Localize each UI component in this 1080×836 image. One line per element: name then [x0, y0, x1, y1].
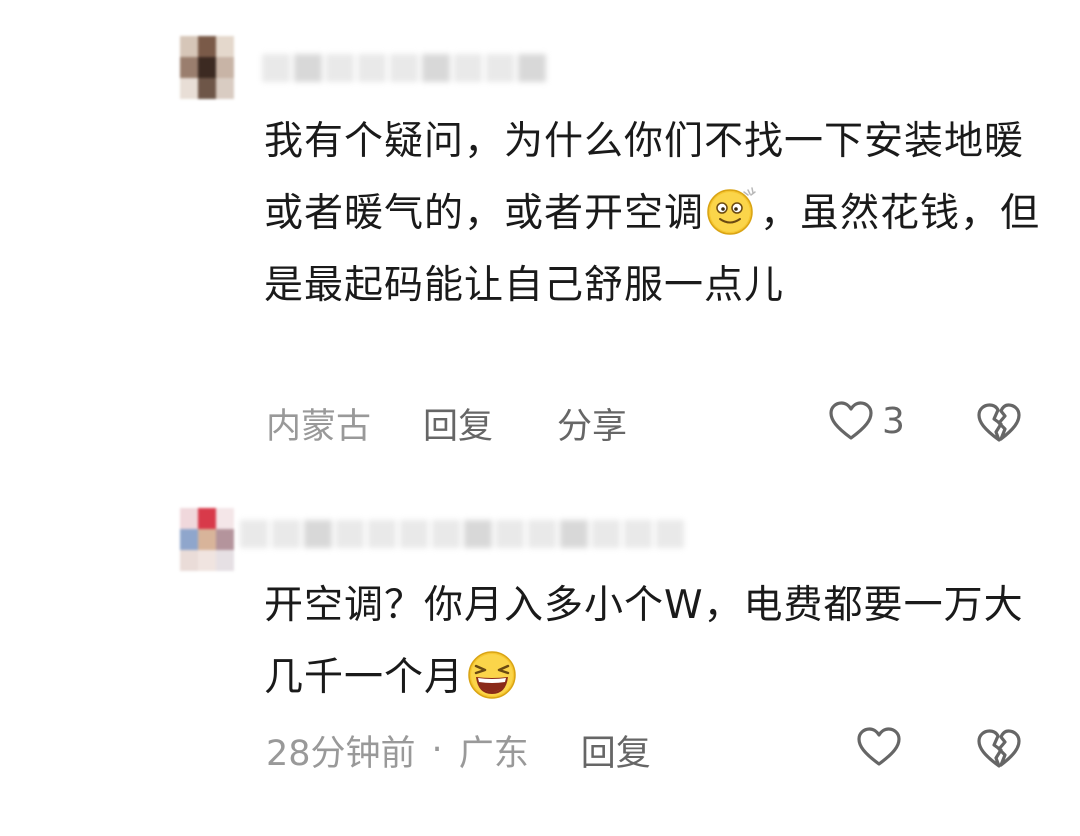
comment-item: 我有个疑问，为什么你们不找一下安装地暖或者暖气的，或者开空调 ，虽然花钱，但是最…: [0, 0, 1080, 470]
like-button[interactable]: 3: [828, 400, 905, 442]
avatar-pixel: [216, 508, 234, 529]
reply-button[interactable]: 回复: [423, 398, 493, 449]
share-button[interactable]: 分享: [557, 398, 627, 449]
avatar-pixel: [198, 508, 216, 529]
heart-icon: [857, 727, 901, 766]
comment-text-part: 开空调？你月入多小个W，电费都要一万大几千一个月: [264, 583, 1024, 700]
avatar-pixel: [180, 508, 198, 529]
avatar-pixel: [216, 78, 234, 99]
username-blurred[interactable]: [262, 48, 546, 88]
avatar-pixel: [216, 529, 234, 550]
avatar-pixel: [180, 57, 198, 78]
comment-meta: 28分钟前 · 广东 回复: [266, 725, 651, 775]
location-label: 内蒙古: [266, 406, 372, 447]
comment-text: 开空调？你月入多小个W，电费都要一万大几千一个月: [264, 570, 1054, 714]
like-count: 3: [882, 400, 905, 442]
avatar-pixel: [180, 36, 198, 57]
meta-separator: ·: [431, 730, 443, 770]
avatar-pixel: [216, 550, 234, 571]
broken-heart-icon[interactable]: [976, 402, 1022, 444]
avatar-pixel: [198, 550, 216, 571]
username-blurred[interactable]: [240, 514, 684, 554]
laughing-emoji: [468, 651, 516, 699]
comment-meta: 内蒙古 回复 分享: [266, 398, 627, 448]
heart-icon: [829, 401, 873, 440]
avatar-pixel: [198, 78, 216, 99]
avatar-pixel: [198, 529, 216, 550]
comment-text: 我有个疑问，为什么你们不找一下安装地暖或者暖气的，或者开空调 ，虽然花钱，但是最…: [264, 106, 1054, 322]
avatar-pixel: [198, 57, 216, 78]
comment-item: 开空调？你月入多小个W，电费都要一万大几千一个月 28分钟前 · 广东 回复: [0, 490, 1080, 820]
like-button[interactable]: [856, 726, 902, 768]
reply-button[interactable]: 回复: [581, 725, 651, 776]
avatar-pixel: [180, 529, 198, 550]
avatar-pixel: [180, 550, 198, 571]
avatar[interactable]: [180, 508, 234, 572]
avatar-pixel: [198, 36, 216, 57]
avatar-pixel: [216, 36, 234, 57]
broken-heart-icon[interactable]: [976, 728, 1022, 770]
timestamp: 28分钟前: [266, 733, 416, 774]
dizzy-smile-emoji: [707, 187, 756, 235]
location-label: 广东: [458, 733, 529, 774]
avatar-pixel: [180, 78, 198, 99]
avatar-pixel: [216, 57, 234, 78]
avatar[interactable]: [180, 36, 234, 100]
